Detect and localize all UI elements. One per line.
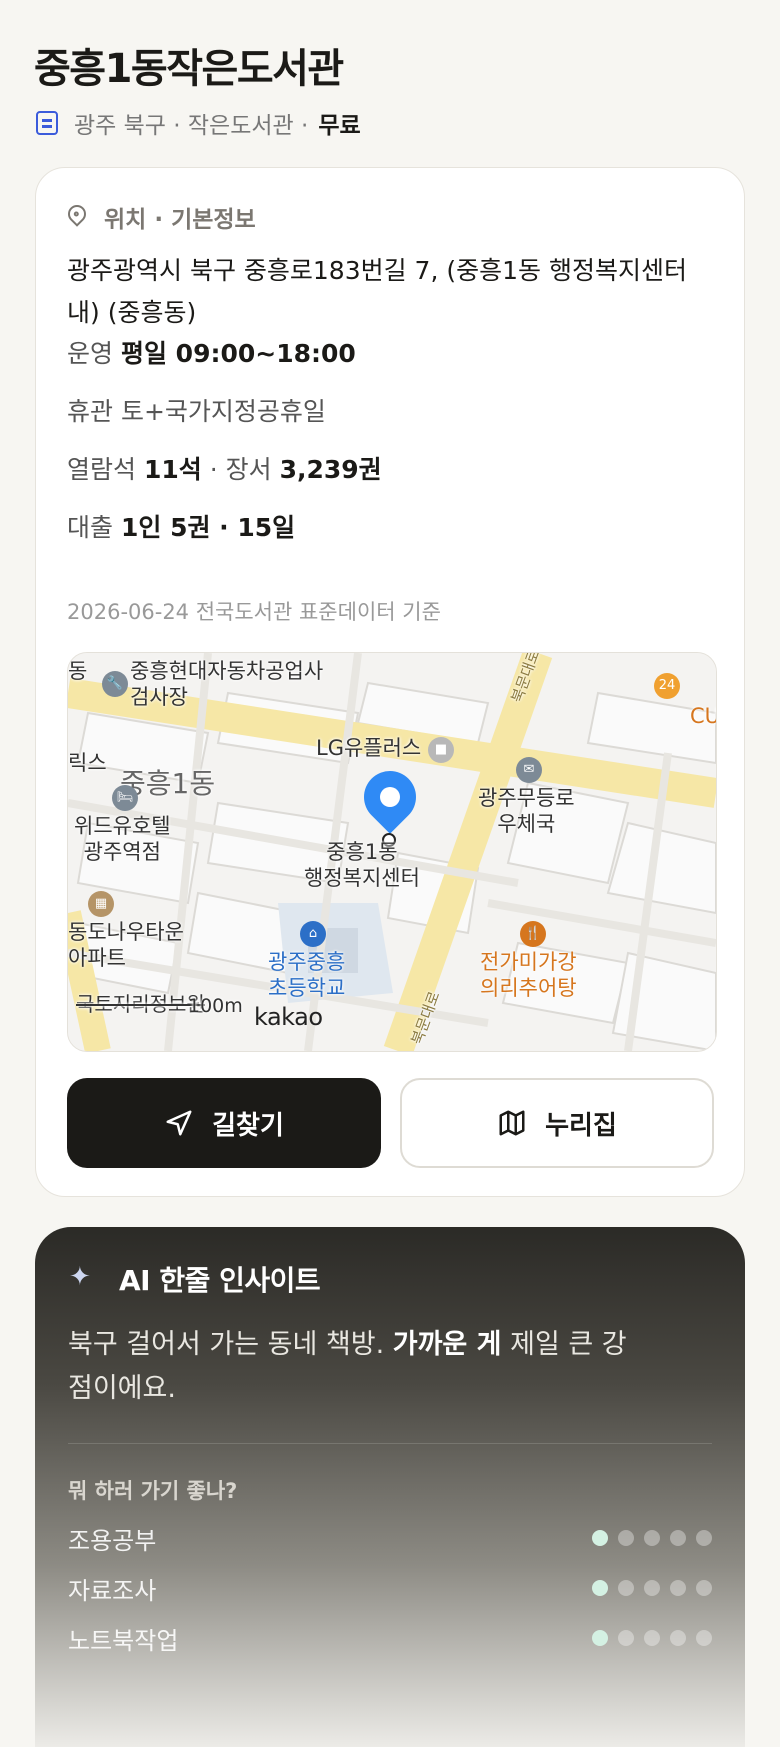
ai-insight-card: ✦ AI 한줄 인사이트 북구 걸어서 가는 동네 책방. 가까운 게 제일 큰… — [35, 1227, 745, 1747]
directions-label: 길찾기 — [212, 1110, 284, 1141]
activity-row: 노트북작업 — [68, 1623, 712, 1655]
activity-row: 자료조사 — [68, 1573, 712, 1605]
books-label: · 장서 — [209, 455, 272, 484]
seats-label: 열람석 — [67, 455, 137, 484]
car-repair-icon: 🔧 — [102, 671, 128, 697]
store-icon: ■ — [428, 737, 454, 763]
activity-question: 뭐 하러 가기 좋나? — [68, 1479, 238, 1503]
fee-badge: 무료 — [318, 113, 361, 139]
homepage-label: 누리집 — [545, 1110, 617, 1141]
activity-label: 자료조사 — [68, 1576, 157, 1605]
divider — [68, 1443, 712, 1444]
map-brand-logo: kakao — [254, 1003, 323, 1031]
map-label-lgplus: LG유플러스 — [316, 736, 422, 760]
map-label-ngii: 국토지리정보원 — [76, 992, 205, 1016]
library-meta: 광주 북구 · 작은도서관 · 무료 — [36, 106, 361, 140]
section-title: 위치 · 기본정보 — [104, 207, 256, 233]
activity-score — [592, 1530, 712, 1546]
map-icon — [499, 1110, 525, 1136]
address: 광주광역시 북구 중흥로183번길 7, (중흥1동 행정복지센터 내) (중흥… — [67, 256, 687, 327]
map-label-garage: 중흥현대자동차공업사 검사장 — [130, 659, 324, 709]
ai-insight-text: 북구 걸어서 가는 동네 책방. 가까운 게 제일 큰 강점이에요. — [68, 1329, 627, 1404]
map-label-apt: 동도나우타운 아파트 — [68, 920, 184, 970]
sparkle-icon: ✦ — [69, 1262, 91, 1292]
library-meta-text: 광주 북구 · 작은도서관 · — [74, 113, 309, 139]
post-office-icon: ✉ — [516, 757, 542, 783]
map-label-edge-left: 릭스 — [68, 751, 107, 775]
info-card: 위치 · 기본정보 광주광역시 북구 중흥로183번길 7, (중흥1동 행정복… — [35, 167, 745, 1197]
activity-label: 노트북작업 — [68, 1626, 179, 1655]
loan-label: 대출 — [67, 513, 114, 542]
activity-score — [592, 1580, 712, 1596]
restaurant-icon: 🍴 — [520, 921, 546, 947]
seats-value: 11석 — [143, 455, 202, 484]
section-header: 위치 · 기본정보 — [64, 200, 256, 234]
hours-label: 운영 — [67, 339, 114, 368]
map-label-post: 광주무등로 우체국 — [478, 786, 575, 836]
map-label-hotel: 위드유호텔 광주역점 — [74, 814, 171, 864]
closed-label: 휴관 — [67, 397, 114, 426]
map-label-center: 중흥1동 행정복지센터 — [304, 840, 420, 890]
document-icon — [36, 111, 58, 135]
map-label-cu: CU — [690, 704, 716, 728]
navigation-arrow-icon — [166, 1110, 192, 1136]
directions-button[interactable]: 길찾기 — [67, 1078, 381, 1168]
activity-score — [592, 1630, 712, 1646]
hours-value: 평일 09:00~18:00 — [120, 339, 356, 368]
map-scale: 100m — [188, 995, 243, 1017]
convenience-store-icon: 24 — [654, 673, 680, 699]
location-map[interactable]: 🔧 중흥현대자동차공업사 검사장 동 릭스 LG유플러스 ■ 중흥1동 🛏 위드유… — [67, 652, 717, 1052]
map-label-edge-top: 동 — [68, 659, 88, 683]
hotel-icon: 🛏 — [112, 785, 138, 811]
apartment-icon: ▦ — [88, 891, 114, 917]
activity-row: 조용공부 — [68, 1523, 712, 1555]
map-label-school: 광주중흥 초등학교 — [268, 950, 346, 1000]
homepage-button[interactable]: 누리집 — [400, 1078, 714, 1168]
ai-insight-title: AI 한줄 인사이트 — [119, 1264, 321, 1297]
map-label-restaurant: 전가미가강 의리추어탕 — [480, 950, 577, 1000]
books-value: 3,239권 — [279, 455, 382, 484]
activity-label: 조용공부 — [68, 1526, 157, 1555]
closed-value: 토+국가지정공휴일 — [120, 397, 326, 426]
data-basis-note: 2026-06-24 전국도서관 표준데이터 기준 — [67, 600, 441, 624]
loan-row: 대출 1인 5권 · 15일 — [67, 508, 295, 544]
hours-row: 운영 평일 09:00~18:00 — [67, 334, 356, 370]
loan-value: 1인 5권 · 15일 — [120, 513, 296, 542]
closed-row: 휴관 토+국가지정공휴일 — [67, 392, 326, 428]
location-pin-icon — [64, 201, 90, 227]
page-title: 중흥1동작은도서관 — [34, 46, 344, 92]
seats-row: 열람석 11석 · 장서 3,239권 — [67, 450, 382, 486]
school-icon: ⌂ — [300, 921, 326, 947]
